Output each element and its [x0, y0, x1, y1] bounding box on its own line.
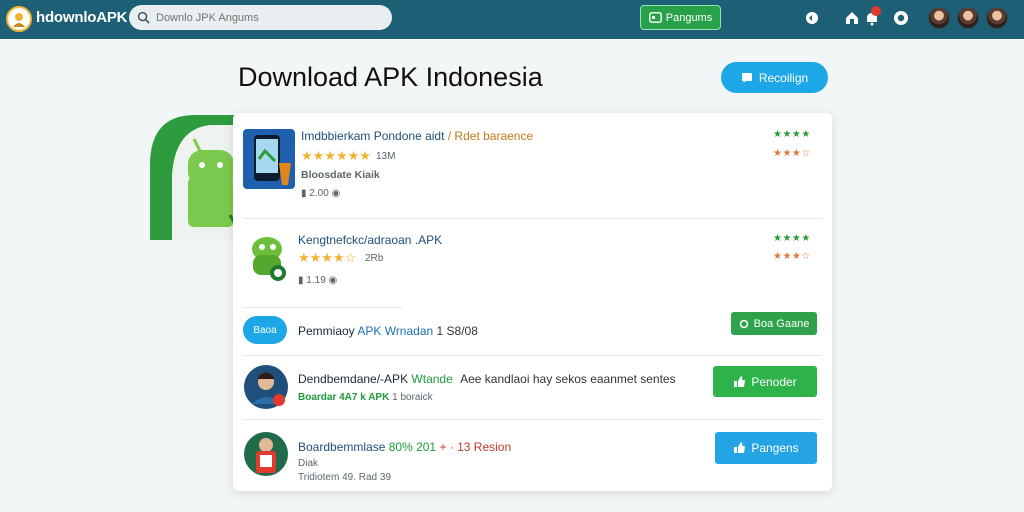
- download-icon: ▮: [298, 275, 304, 286]
- app-size: 1 S8/08: [436, 324, 478, 338]
- site-logo-icon[interactable]: [6, 6, 32, 32]
- rating-top-stars: ★★★★: [773, 129, 811, 140]
- search-icon: [137, 11, 150, 24]
- notification-badge: [871, 6, 881, 16]
- app-name-extra: + · 13 Resion: [439, 440, 512, 454]
- app-thumbnail[interactable]: [243, 129, 295, 189]
- app-name-green: Wtande: [411, 372, 453, 386]
- category-badge[interactable]: Baoa: [243, 316, 287, 344]
- page-title: Download APK Indonesia: [238, 62, 543, 92]
- list-item[interactable]: Kengtnefckc/adraoan .APK ★★★★☆ 2Rb ▮ 1.1…: [233, 219, 832, 307]
- recommend-label: Recoilign: [758, 70, 809, 85]
- list-item[interactable]: Boardbemmlase 80% 201 + · 13 Resion Diak…: [233, 420, 832, 490]
- list-item[interactable]: Baoa Pemmiaoy APK Wrnadan 1 S8/08 Boa Ga…: [233, 308, 832, 355]
- app-sub-text: Boardar 4A7 k APK: [298, 392, 390, 403]
- chat-icon[interactable]: [804, 10, 820, 26]
- register-button[interactable]: Pangums: [640, 5, 721, 30]
- app-name-text: Imdbbierkam Pondone aidt: [301, 129, 445, 143]
- rating-stars-icon: ★★★★☆: [298, 250, 357, 265]
- app-list-card: Imdbbierkam Pondone aidt / Rdet baraence…: [233, 113, 832, 491]
- rating-stars-icon: ★★★★★★: [301, 148, 371, 163]
- download-count: 1.19: [306, 275, 326, 286]
- avatar[interactable]: [957, 7, 979, 29]
- download-icon: ▮: [301, 188, 307, 199]
- app-line-2: Diak: [298, 458, 319, 469]
- app-name[interactable]: Kengtnefckc/adraoan .APK: [298, 233, 442, 247]
- avatar[interactable]: [928, 7, 950, 29]
- recommend-button[interactable]: Recoilign: [721, 62, 828, 93]
- app-desc: Aee kandlaoi hay sekos eaanmet sentes: [460, 372, 676, 386]
- home-icon[interactable]: [844, 10, 860, 26]
- button-label: Boa Gaane: [753, 317, 810, 330]
- app-name[interactable]: Imdbbierkam Pondone aidt / Rdet baraence: [301, 129, 533, 143]
- app-name[interactable]: Dendbemdane/-APK Wtande Aee kandlaoi hay…: [298, 372, 676, 386]
- app-name-green: APK Wrnadan: [357, 324, 434, 338]
- download-button[interactable]: Penoder: [713, 366, 817, 397]
- app-name-text: Boardbemmlase: [298, 440, 386, 454]
- download-button[interactable]: Pangens: [715, 432, 817, 464]
- download-count: 2.00: [309, 188, 329, 199]
- avatar[interactable]: [243, 431, 289, 477]
- account-icon[interactable]: [893, 10, 909, 26]
- download-button[interactable]: Boa Gaane: [731, 312, 817, 335]
- search-input[interactable]: [156, 11, 376, 24]
- thumbs-up-icon: [734, 375, 746, 387]
- app-sub-extra: 1 boraick: [392, 392, 433, 403]
- app-name[interactable]: Boardbemmlase 80% 201 + · 13 Resion: [298, 440, 511, 454]
- thumbs-up-icon: [734, 442, 746, 453]
- clock-icon: ◉: [331, 188, 341, 199]
- top-bar: hdownloAPK Pangums: [0, 0, 1024, 39]
- app-name[interactable]: Pemmiaoy APK Wrnadan 1 S8/08: [298, 324, 478, 338]
- user-card-icon: [648, 12, 662, 23]
- app-name-text: Pemmiaoy: [298, 324, 355, 338]
- rating-bottom-stars: ★★★☆: [773, 251, 811, 262]
- download-meta: ▮ 2.00 ◉: [301, 188, 340, 199]
- list-item[interactable]: Dendbemdane/-APK Wtande Aee kandlaoi hay…: [233, 356, 832, 419]
- app-name-text: Dendbemdane/-APK: [298, 372, 409, 386]
- rating-count: 2Rb: [365, 253, 384, 264]
- app-name-green: 80% 201: [388, 440, 437, 454]
- download-meta: ▮ 1.19 ◉: [298, 275, 337, 286]
- chat-bubble-icon: [741, 72, 752, 83]
- site-name[interactable]: hdownloAPK: [36, 9, 128, 26]
- app-line-3: Tridiotem 49. Rad 39: [298, 472, 392, 483]
- avatar[interactable]: [986, 7, 1008, 29]
- button-label: Pangens: [751, 441, 799, 455]
- app-sub: Boardar 4A7 k APK 1 boraick: [298, 392, 433, 403]
- avatar[interactable]: [243, 364, 289, 410]
- rating-count: 13M: [376, 151, 396, 162]
- app-tag: Bloosdate Kiaik: [301, 169, 380, 181]
- register-label: Pangums: [665, 11, 713, 24]
- rating-bottom-stars: ★★★☆: [773, 148, 811, 159]
- search-bar[interactable]: [129, 5, 392, 30]
- rating-top-stars: ★★★★: [773, 233, 811, 244]
- power-icon: [739, 319, 748, 328]
- app-name-extra: / Rdet baraence: [447, 129, 534, 143]
- list-item[interactable]: Imdbbierkam Pondone aidt / Rdet baraence…: [233, 113, 832, 218]
- clock-icon: ◉: [328, 275, 338, 286]
- button-label: Penoder: [751, 374, 797, 389]
- android-mascot-icon[interactable]: [245, 233, 291, 283]
